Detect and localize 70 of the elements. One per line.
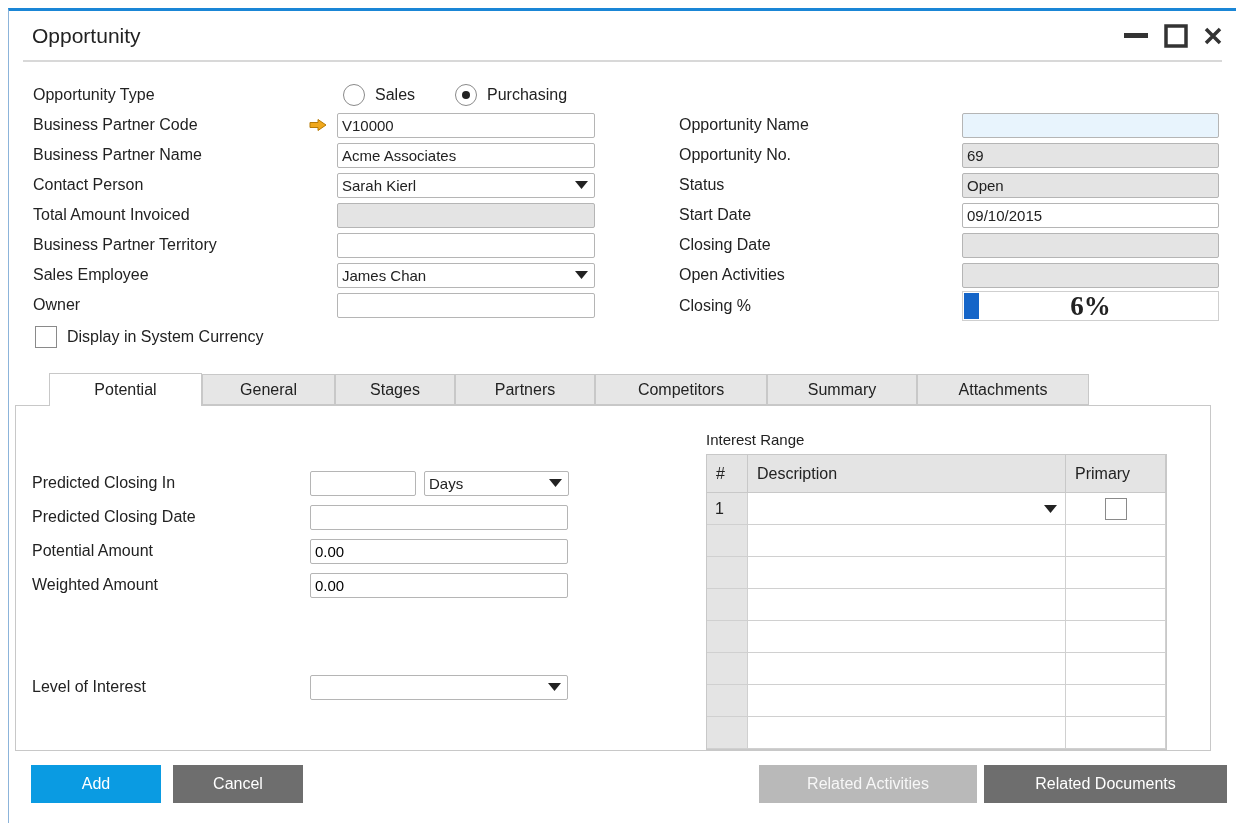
- radio-label: Purchasing: [487, 86, 568, 104]
- section-title: Interest Range: [706, 430, 806, 450]
- tab[interactable]: Stages: [335, 374, 455, 405]
- action-button[interactable]: Related Documents: [984, 765, 1227, 803]
- dropdown[interactable]: James Chan: [337, 262, 595, 288]
- checkbox-label: Display in System Currency: [67, 328, 264, 346]
- dropdown[interactable]: Days: [424, 470, 569, 496]
- column-header: #: [707, 455, 748, 493]
- tab[interactable]: Competitors: [595, 374, 767, 405]
- input-field[interactable]: [337, 202, 595, 228]
- input-field[interactable]: [962, 232, 1219, 258]
- input-field[interactable]: [962, 112, 1219, 138]
- input-field[interactable]: Open: [962, 172, 1219, 198]
- field-label: Owner: [33, 296, 82, 314]
- dropdown[interactable]: [310, 674, 568, 700]
- tab[interactable]: Partners: [455, 374, 595, 405]
- caret-icon: [575, 181, 588, 189]
- input-field[interactable]: 0.00: [310, 572, 568, 598]
- field-label: Closing %: [679, 297, 753, 315]
- dropdown[interactable]: Sarah Kierl: [337, 172, 595, 198]
- checkbox[interactable]: [1104, 497, 1127, 520]
- caret-icon: [549, 479, 562, 487]
- field-label: Contact Person: [33, 176, 145, 194]
- column-header: Primary: [1066, 455, 1166, 493]
- field-label: Predicted Closing In: [32, 474, 177, 492]
- action-button[interactable]: Cancel: [173, 765, 303, 803]
- field-label: Predicted Closing Date: [32, 508, 197, 526]
- field-label: Business Partner Code: [33, 116, 199, 134]
- field-label: Opportunity Name: [679, 116, 810, 134]
- input-field[interactable]: [337, 292, 595, 318]
- field-label: Potential Amount: [32, 542, 154, 560]
- window-title: Opportunity: [31, 23, 141, 48]
- tab[interactable]: Summary: [767, 374, 917, 405]
- caret-icon: [548, 683, 561, 691]
- input-field[interactable]: 0.00: [310, 538, 568, 564]
- dropdown-cell[interactable]: [748, 493, 1066, 525]
- field-label: Sales Employee: [33, 266, 150, 284]
- field-label: Opportunity Type: [33, 86, 156, 104]
- progress-reading: 6%: [1070, 290, 1111, 322]
- field-label: Business Partner Territory: [33, 236, 218, 254]
- field-label: Closing Date: [679, 236, 772, 254]
- input-field[interactable]: [962, 262, 1219, 288]
- input-field[interactable]: V10000: [337, 112, 595, 138]
- minimize-icon[interactable]: [1124, 32, 1148, 39]
- caret-icon: [1044, 504, 1057, 513]
- maximize-icon[interactable]: [1164, 23, 1188, 48]
- input-field[interactable]: [310, 504, 568, 530]
- field-label: Total Amount Invoiced: [33, 206, 191, 224]
- row-number: 1: [707, 493, 748, 525]
- field-label: Status: [679, 176, 726, 194]
- input-field[interactable]: 69: [962, 142, 1219, 168]
- input-field[interactable]: [310, 470, 416, 496]
- checkbox[interactable]: [35, 326, 57, 348]
- field-label: Business Partner Name: [33, 146, 203, 164]
- close-icon[interactable]: [1204, 26, 1222, 45]
- tab[interactable]: General: [202, 374, 335, 405]
- field-label: Start Date: [679, 206, 753, 224]
- caret-icon: [575, 271, 588, 279]
- field-label: Opportunity No.: [679, 146, 793, 164]
- field-label: Level of Interest: [32, 678, 147, 696]
- column-header: Description: [748, 455, 1066, 493]
- field-label: Weighted Amount: [32, 576, 159, 594]
- arrow-icon[interactable]: [309, 119, 327, 131]
- tab[interactable]: Attachments: [917, 374, 1089, 405]
- tab[interactable]: Potential: [49, 373, 202, 406]
- input-field[interactable]: [337, 232, 595, 258]
- field-label: Open Activities: [679, 266, 786, 284]
- input-field[interactable]: 09/10/2015: [962, 202, 1219, 228]
- input-field[interactable]: Acme Associates: [337, 142, 595, 168]
- radio-label: Sales: [375, 86, 416, 104]
